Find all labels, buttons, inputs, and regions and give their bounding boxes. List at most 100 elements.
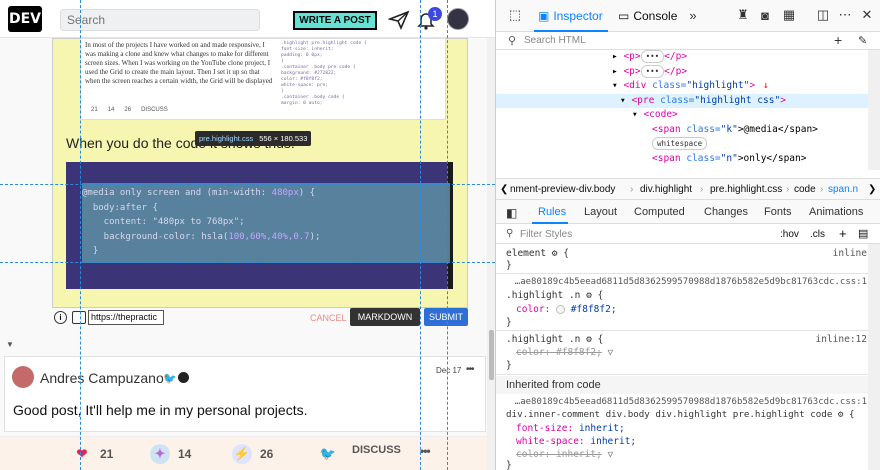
code-line-2: body:after {	[82, 202, 158, 213]
rule-source[interactable]: inline:12	[816, 334, 867, 347]
snapshot-unicorn-count: 14	[107, 107, 115, 113]
search-html-input[interactable]: Search HTML	[524, 35, 586, 46]
info-icon[interactable]: i	[54, 311, 67, 324]
breadcrumb-forward-icon[interactable]: ❯	[868, 184, 876, 195]
tab-computed[interactable]: Computed	[634, 206, 685, 218]
markup-scrollbar[interactable]	[868, 50, 880, 170]
gear-icon[interactable]: ⚙	[552, 248, 558, 259]
unicorn-button[interactable]: ✦ 14	[150, 444, 191, 464]
markup-node-pre[interactable]: ▾ <pre class="highlight css">	[496, 93, 868, 108]
node-picker-icon[interactable]: ♜	[736, 7, 750, 22]
write-post-button[interactable]: WRITE A POST	[293, 11, 377, 30]
rule-selector[interactable]: .highlight .n ⚙ {	[506, 290, 603, 303]
hover-toggle[interactable]: :hov	[780, 229, 799, 240]
comment-author-avatar[interactable]	[12, 366, 34, 388]
dev-logo[interactable]: DEV	[8, 6, 42, 32]
send-icon[interactable]	[388, 10, 410, 30]
rule-selector[interactable]: div.inner-comment div.body div.highlight…	[506, 409, 855, 422]
add-rule-icon[interactable]: +	[839, 226, 847, 241]
add-node-icon[interactable]: +	[834, 32, 842, 48]
inherited-header: Inherited from code	[496, 376, 868, 394]
markup-node-code[interactable]: ▾ <code>	[496, 108, 868, 123]
divider	[496, 273, 868, 274]
rules-scrollbar[interactable]	[868, 244, 880, 470]
code-line-5: }	[82, 246, 99, 256]
options-icon[interactable]: ⋯	[838, 7, 852, 22]
tab-fonts[interactable]: Fonts	[764, 206, 792, 218]
more-tabs-icon[interactable]: »	[686, 8, 700, 23]
filter-rule-icon[interactable]: ▽	[608, 347, 614, 358]
color-swatch[interactable]	[556, 305, 566, 314]
toggle-panel-icon[interactable]: ◧	[506, 206, 517, 220]
cancel-button[interactable]: CANCEL	[310, 313, 347, 323]
tab-changes[interactable]: Changes	[704, 206, 748, 218]
rule-element-selector[interactable]: element ⚙ {	[506, 248, 569, 261]
breadcrumb-item[interactable]: pre.highlight.css	[710, 184, 782, 195]
rule-declaration[interactable]: white-space: inherit;	[516, 436, 636, 449]
page-scrollbar[interactable]	[487, 38, 495, 470]
markup-node[interactable]: ▸ <p> ••• </p>	[496, 50, 868, 65]
gear-icon[interactable]: ⚙	[586, 290, 592, 301]
close-icon[interactable]: ✕	[860, 7, 874, 22]
submit-button[interactable]: SUBMIT	[424, 308, 468, 326]
markdown-button[interactable]: MARKDOWN	[350, 308, 420, 326]
ellipsis-pill[interactable]: •••	[640, 64, 665, 78]
heart-button[interactable]: ❤ 21	[72, 444, 114, 464]
tab-inspector[interactable]: ▣ Inspector	[538, 9, 603, 23]
rulers-icon[interactable]: ▦	[782, 7, 796, 22]
element-picker-icon[interactable]: ⬚	[508, 7, 522, 22]
discuss-button[interactable]: DISCUSS	[352, 444, 401, 456]
ellipsis-pill[interactable]: •••	[640, 50, 665, 63]
devtools-toolbar: ⬚ ▣ Inspector ▭ Console » ♜ ◙ ▦ ◫ ⋯ ✕	[496, 0, 880, 32]
markup-node[interactable]: ▸ <p> ••• </p>	[496, 64, 868, 80]
node-text: >@media</span>	[737, 123, 818, 135]
breadcrumb-item[interactable]: code	[794, 184, 816, 195]
filter-styles-input[interactable]: Filter Styles	[520, 229, 572, 240]
save-button[interactable]: ⚡ 26	[232, 444, 273, 464]
comment-more-icon[interactable]: •••	[466, 364, 474, 375]
markup-whitespace-node[interactable]: whitespace	[496, 137, 868, 152]
collapse-toggle-icon[interactable]: ▼	[6, 340, 14, 349]
user-avatar[interactable]	[447, 8, 469, 30]
rule-declaration-overridden[interactable]: color: inherit; ▽	[516, 449, 613, 462]
rule-source[interactable]: …ae80189c4b5eead6811d5d8362599570988d187…	[515, 396, 867, 409]
tweet-button[interactable]: 🐦	[318, 444, 338, 464]
filter-rule-icon[interactable]: ▽	[608, 449, 614, 460]
rule-source[interactable]: …ae80189c4b5eead6811d5d8362599570988d187…	[515, 276, 867, 289]
breadcrumb-item[interactable]: div.highlight	[640, 184, 692, 195]
rule-declaration[interactable]: font-size: inherit;	[516, 423, 625, 436]
tab-layout[interactable]: Layout	[584, 206, 617, 218]
tab-rules[interactable]: Rules	[538, 206, 566, 218]
tab-animations[interactable]: Animations	[809, 206, 863, 218]
print-media-icon[interactable]: ▤	[858, 227, 868, 240]
page-scrollbar-thumb[interactable]	[489, 330, 494, 380]
breadcrumb-item[interactable]: nment-preview-div.body	[510, 184, 615, 195]
github-icon[interactable]	[178, 372, 189, 383]
more-actions-icon[interactable]: •••	[420, 444, 431, 458]
class-toggle[interactable]: .cls	[810, 229, 825, 240]
rule-selector[interactable]: .highlight .n ⚙ {	[506, 334, 603, 347]
screenshot-icon[interactable]: ◙	[758, 8, 772, 23]
tab-console[interactable]: ▭ Console	[618, 9, 677, 23]
gear-icon[interactable]: ⚙	[586, 334, 592, 345]
markup-node-highlight-div[interactable]: ▾ <div class="highlight"> ↓	[496, 79, 868, 94]
image-url-field[interactable]: https://thepractic	[88, 310, 164, 325]
breadcrumb-back-icon[interactable]: ❮	[500, 184, 508, 195]
dock-icon[interactable]: ◫	[816, 7, 830, 22]
guide-line	[447, 0, 448, 470]
breadcrumb-item-selected[interactable]: span.n	[828, 184, 858, 195]
devtools-panel: ⬚ ▣ Inspector ▭ Console » ♜ ◙ ▦ ◫ ⋯ ✕ ⚲ …	[495, 0, 880, 470]
markup-node-span-n[interactable]: <span class="n">only</span>	[496, 152, 868, 167]
rule-declaration[interactable]: color: #f8f8f2;	[516, 304, 617, 317]
twitter-icon[interactable]: 🐦	[163, 372, 177, 385]
node-attr-value: "n"	[720, 152, 738, 164]
gear-icon[interactable]: ⚙	[838, 409, 844, 420]
eyedropper-icon[interactable]: ✎	[858, 34, 867, 47]
markup-node-span-k[interactable]: <span class="k">@media</span>	[496, 123, 868, 138]
image-upload-icon[interactable]	[72, 311, 86, 324]
rule-declaration-overridden[interactable]: color: #f8f8f2; ▽	[516, 347, 613, 360]
comment-author-name[interactable]: Andres Campuzano	[40, 370, 164, 386]
filter-icon: ⚲	[506, 228, 514, 239]
site-search-input[interactable]	[60, 9, 260, 31]
rule-source[interactable]: inline	[833, 248, 867, 261]
